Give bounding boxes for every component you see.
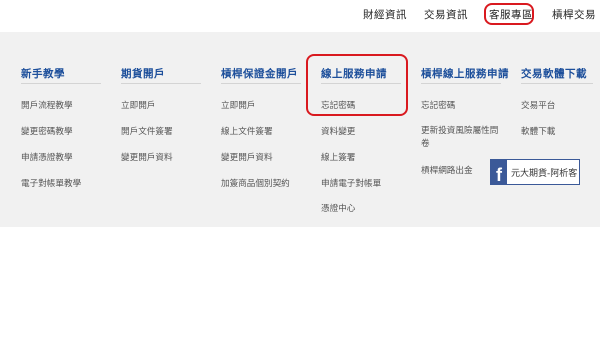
- divider: [521, 83, 593, 84]
- facebook-badge[interactable]: f 元大期貨-阿析客: [490, 159, 580, 185]
- nav-customer-service[interactable]: 客服專區: [489, 7, 533, 22]
- top-nav: 財經資訊 交易資訊 客服專區 槓桿交易: [0, 0, 600, 32]
- menu-item[interactable]: 變更開戶資料: [121, 152, 173, 165]
- menu-item[interactable]: 申請電子對帳單: [321, 178, 381, 191]
- menu-item[interactable]: 變更密碼教學: [21, 126, 73, 139]
- menu-item[interactable]: 電子對帳單教學: [21, 178, 81, 191]
- mega-menu-panel: 新手教學 開戶流程教學 變更密碼教學 申請憑證教學 電子對帳單教學 期貨開戶 立…: [0, 32, 600, 227]
- menu-item[interactable]: 立即開戶: [121, 100, 155, 113]
- facebook-badge-label: 元大期貨-阿析客: [511, 168, 578, 179]
- menu-item[interactable]: 申請憑證教學: [21, 152, 73, 165]
- col-heading-leverage-online-service[interactable]: 槓桿線上服務申請: [421, 66, 509, 81]
- divider: [221, 83, 301, 84]
- menu-item[interactable]: 資料變更: [321, 126, 355, 139]
- divider: [21, 83, 101, 84]
- divider: [321, 83, 401, 84]
- menu-item[interactable]: 立即開戶: [221, 100, 255, 113]
- menu-item[interactable]: 開戶流程教學: [21, 100, 73, 113]
- menu-item[interactable]: 加簽商品個別契約: [221, 178, 290, 191]
- menu-item[interactable]: 線上簽署: [321, 152, 355, 165]
- nav-trading-info[interactable]: 交易資訊: [424, 7, 468, 22]
- menu-item[interactable]: 更新投資風險屬性問卷: [421, 125, 503, 151]
- col-heading-online-service[interactable]: 線上服務申請: [321, 66, 387, 81]
- col-heading-software-download[interactable]: 交易軟體下載: [521, 66, 587, 81]
- menu-item-forgot-password[interactable]: 忘記密碼: [321, 100, 355, 113]
- facebook-icon: f: [491, 160, 507, 184]
- menu-item[interactable]: 變更開戶資料: [221, 152, 273, 165]
- col-heading-futures-account[interactable]: 期貨開戶: [121, 66, 165, 81]
- menu-item[interactable]: 交易平台: [521, 100, 555, 113]
- col-heading-beginner-tutorial[interactable]: 新手教學: [21, 66, 65, 81]
- nav-finance-info[interactable]: 財經資訊: [363, 7, 407, 22]
- menu-item[interactable]: 憑證中心: [321, 203, 355, 216]
- menu-item[interactable]: 槓桿網路出金: [421, 165, 473, 178]
- divider: [121, 83, 201, 84]
- nav-leverage-trading[interactable]: 槓桿交易: [552, 7, 596, 22]
- menu-item[interactable]: 線上文件簽署: [221, 126, 273, 139]
- col-heading-leverage-margin-account[interactable]: 槓桿保證金開戶: [221, 66, 298, 81]
- menu-item[interactable]: 開戶文件簽署: [121, 126, 173, 139]
- menu-item[interactable]: 軟體下載: [521, 126, 555, 139]
- menu-item[interactable]: 忘記密碼: [421, 100, 455, 113]
- divider: [421, 83, 501, 84]
